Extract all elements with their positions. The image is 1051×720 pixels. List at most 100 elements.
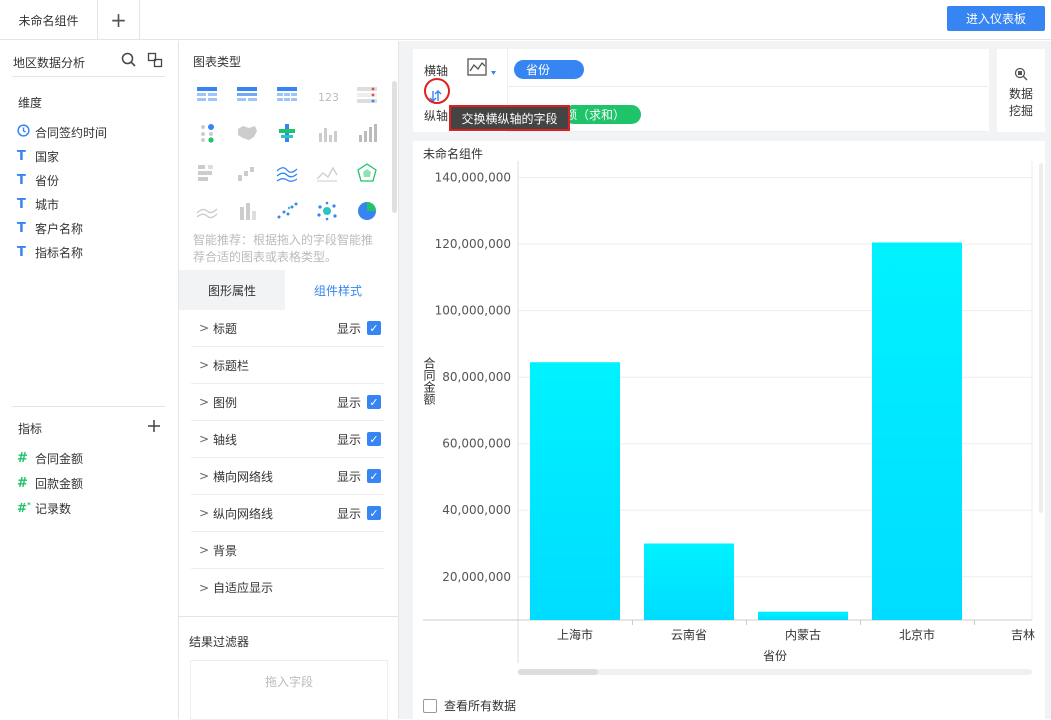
- prop-legend[interactable]: > 图例 显示 ✓: [191, 384, 384, 421]
- show-checkbox[interactable]: ✓: [367, 432, 381, 446]
- pie-chart-icon[interactable]: [355, 201, 379, 221]
- radar-chart-icon[interactable]: [355, 163, 379, 183]
- number-type-icon: #: [17, 475, 28, 491]
- chevron-right-icon: >: [199, 580, 210, 595]
- h-scroll-thumb: [518, 669, 598, 675]
- show-checkbox[interactable]: ✓: [367, 395, 381, 409]
- dimension-field-city[interactable]: T 城市: [17, 194, 59, 214]
- prop-label: 标题栏: [213, 358, 250, 373]
- bubble-chart-icon[interactable]: [315, 201, 339, 221]
- x-tick-label: 上海市: [557, 627, 593, 642]
- field-label: 记录数: [35, 501, 72, 516]
- y-tick-label: 60,000,000: [442, 437, 511, 451]
- cross-table-icon[interactable]: [275, 85, 299, 105]
- x-axis-dropzone[interactable]: 省份: [508, 51, 988, 87]
- text-list-icon[interactable]: [355, 85, 379, 105]
- dataset-switch-icon[interactable]: [147, 52, 163, 71]
- pill-label: 省份: [526, 63, 551, 77]
- prop-background[interactable]: > 背景: [191, 532, 384, 569]
- data-mining-label-2: 挖掘: [1008, 104, 1033, 118]
- dimension-field-customer[interactable]: T 客户名称: [17, 218, 83, 238]
- chart-type-scrollbar[interactable]: [392, 81, 397, 213]
- dimension-field-province[interactable]: T 省份: [17, 170, 59, 190]
- tab-label: 组件样式: [313, 283, 362, 298]
- chart-type-selector-icon[interactable]: [467, 57, 503, 84]
- tab-label: 未命名组件: [18, 13, 79, 28]
- grouped-table-icon[interactable]: [235, 85, 259, 105]
- prop-label: 标题: [213, 321, 238, 336]
- add-tab-button[interactable]: +: [98, 0, 140, 40]
- x-axis-field-pill[interactable]: 省份: [514, 60, 584, 79]
- scatter-chart-icon[interactable]: [275, 201, 299, 221]
- dimension-field-country[interactable]: T 国家: [17, 146, 59, 166]
- y-tick-label: 100,000,000: [435, 304, 511, 318]
- data-mining-button[interactable]: 数据 挖掘: [997, 49, 1045, 132]
- view-all-checkbox[interactable]: [423, 698, 437, 713]
- heatmap-chart-icon[interactable]: [275, 123, 299, 143]
- prop-title[interactable]: > 标题 显示 ✓: [191, 310, 384, 347]
- y-axis-field-pill[interactable]: 额（求和）: [564, 105, 641, 124]
- chevron-right-icon: >: [199, 395, 210, 409]
- field-label: 指标名称: [35, 245, 84, 260]
- prop-title-bar[interactable]: > 标题栏: [191, 347, 384, 384]
- bar-chart-muted-icon[interactable]: [315, 123, 339, 143]
- dot-matrix-icon[interactable]: [195, 123, 219, 143]
- measures-label: 指标: [18, 422, 43, 436]
- table-chart-icon[interactable]: [195, 85, 219, 105]
- enter-dashboard-button[interactable]: 进入仪表板: [947, 6, 1045, 31]
- waterfall-chart-icon[interactable]: [235, 163, 259, 183]
- show-checkbox[interactable]: ✓: [367, 469, 381, 483]
- data-mining-icon: [1014, 67, 1028, 86]
- clock-icon: [17, 123, 35, 141]
- measure-field-payment-amount[interactable]: # 回款金额: [17, 473, 83, 493]
- tab-graphic-properties[interactable]: 图形属性: [179, 270, 285, 310]
- result-filter-dropzone[interactable]: 拖入字段: [190, 660, 388, 720]
- tab-unnamed-component[interactable]: 未命名组件: [0, 0, 98, 40]
- count-type-icon: #*: [17, 501, 31, 515]
- show-checkbox[interactable]: ✓: [367, 506, 381, 520]
- field-label: 国家: [35, 149, 60, 164]
- search-icon[interactable]: [121, 52, 137, 71]
- bar-0: [530, 362, 620, 620]
- prop-vertical-grid[interactable]: > 纵向网络线 显示 ✓: [191, 495, 384, 532]
- pill-aggregation: （求和）: [577, 108, 626, 122]
- y-tick-label: 20,000,000: [442, 570, 511, 584]
- map-chart-icon[interactable]: [235, 123, 259, 143]
- chevron-right-icon: >: [199, 321, 210, 335]
- y-axis-dropzone[interactable]: 额（求和）: [508, 96, 988, 132]
- prop-horizontal-grid[interactable]: > 横向网络线 显示 ✓: [191, 458, 384, 495]
- bar-1: [644, 543, 734, 620]
- kpi-number-icon[interactable]: 123: [315, 85, 339, 105]
- smart-recommend-hint: 智能推荐：根据拖入的字段智能推荐合适的图表或表格类型。: [193, 233, 374, 264]
- prop-label: 背景: [213, 543, 238, 558]
- stacked-bar-icon[interactable]: [235, 201, 259, 221]
- show-label: 显示: [336, 321, 361, 336]
- text-type-icon: T: [17, 244, 26, 260]
- dataset-title: 地区数据分析: [13, 56, 86, 70]
- swap-axes-tooltip: 交换横纵轴的字段: [449, 105, 570, 131]
- y-axis-title: 合同金额: [422, 356, 436, 406]
- show-label: 显示: [336, 506, 361, 521]
- add-measure-icon[interactable]: [147, 419, 161, 436]
- line-chart-icon[interactable]: [275, 163, 299, 183]
- tab-component-style[interactable]: 组件样式: [285, 270, 391, 310]
- chevron-right-icon: >: [199, 469, 210, 483]
- stacked-area-icon[interactable]: [195, 201, 219, 221]
- show-label: 显示: [336, 469, 361, 484]
- show-checkbox[interactable]: ✓: [367, 321, 381, 335]
- bar-chart-icon[interactable]: [355, 123, 379, 143]
- measure-field-contract-amount[interactable]: # 合同金额: [17, 448, 83, 468]
- horizontal-bar-icon[interactable]: [195, 163, 219, 183]
- property-tabs: 图形属性 组件样式: [179, 270, 391, 310]
- area-line-icon[interactable]: [315, 163, 339, 183]
- view-all-data[interactable]: 查看所有数据: [423, 697, 516, 714]
- dimension-field-indicator[interactable]: T 指标名称: [17, 242, 83, 262]
- prop-adaptive-display[interactable]: > 自适应显示: [191, 569, 384, 606]
- bar-chart: 20,000,000 40,000,000 60,000,000 80,000,000…: [422, 161, 1043, 675]
- measure-field-record-count[interactable]: #* 记录数: [17, 498, 71, 518]
- data-panel: 地区数据分析 维度 合同签约时间 T 国家 T 省份 T 城市 T 客户名称 T…: [0, 41, 179, 719]
- x-tick-label: 云南省: [671, 627, 707, 642]
- top-bar: 未命名组件 + 进入仪表板: [0, 0, 1051, 40]
- dimension-field-contract-time[interactable]: 合同签约时间: [17, 122, 107, 142]
- prop-axis-line[interactable]: > 轴线 显示 ✓: [191, 421, 384, 458]
